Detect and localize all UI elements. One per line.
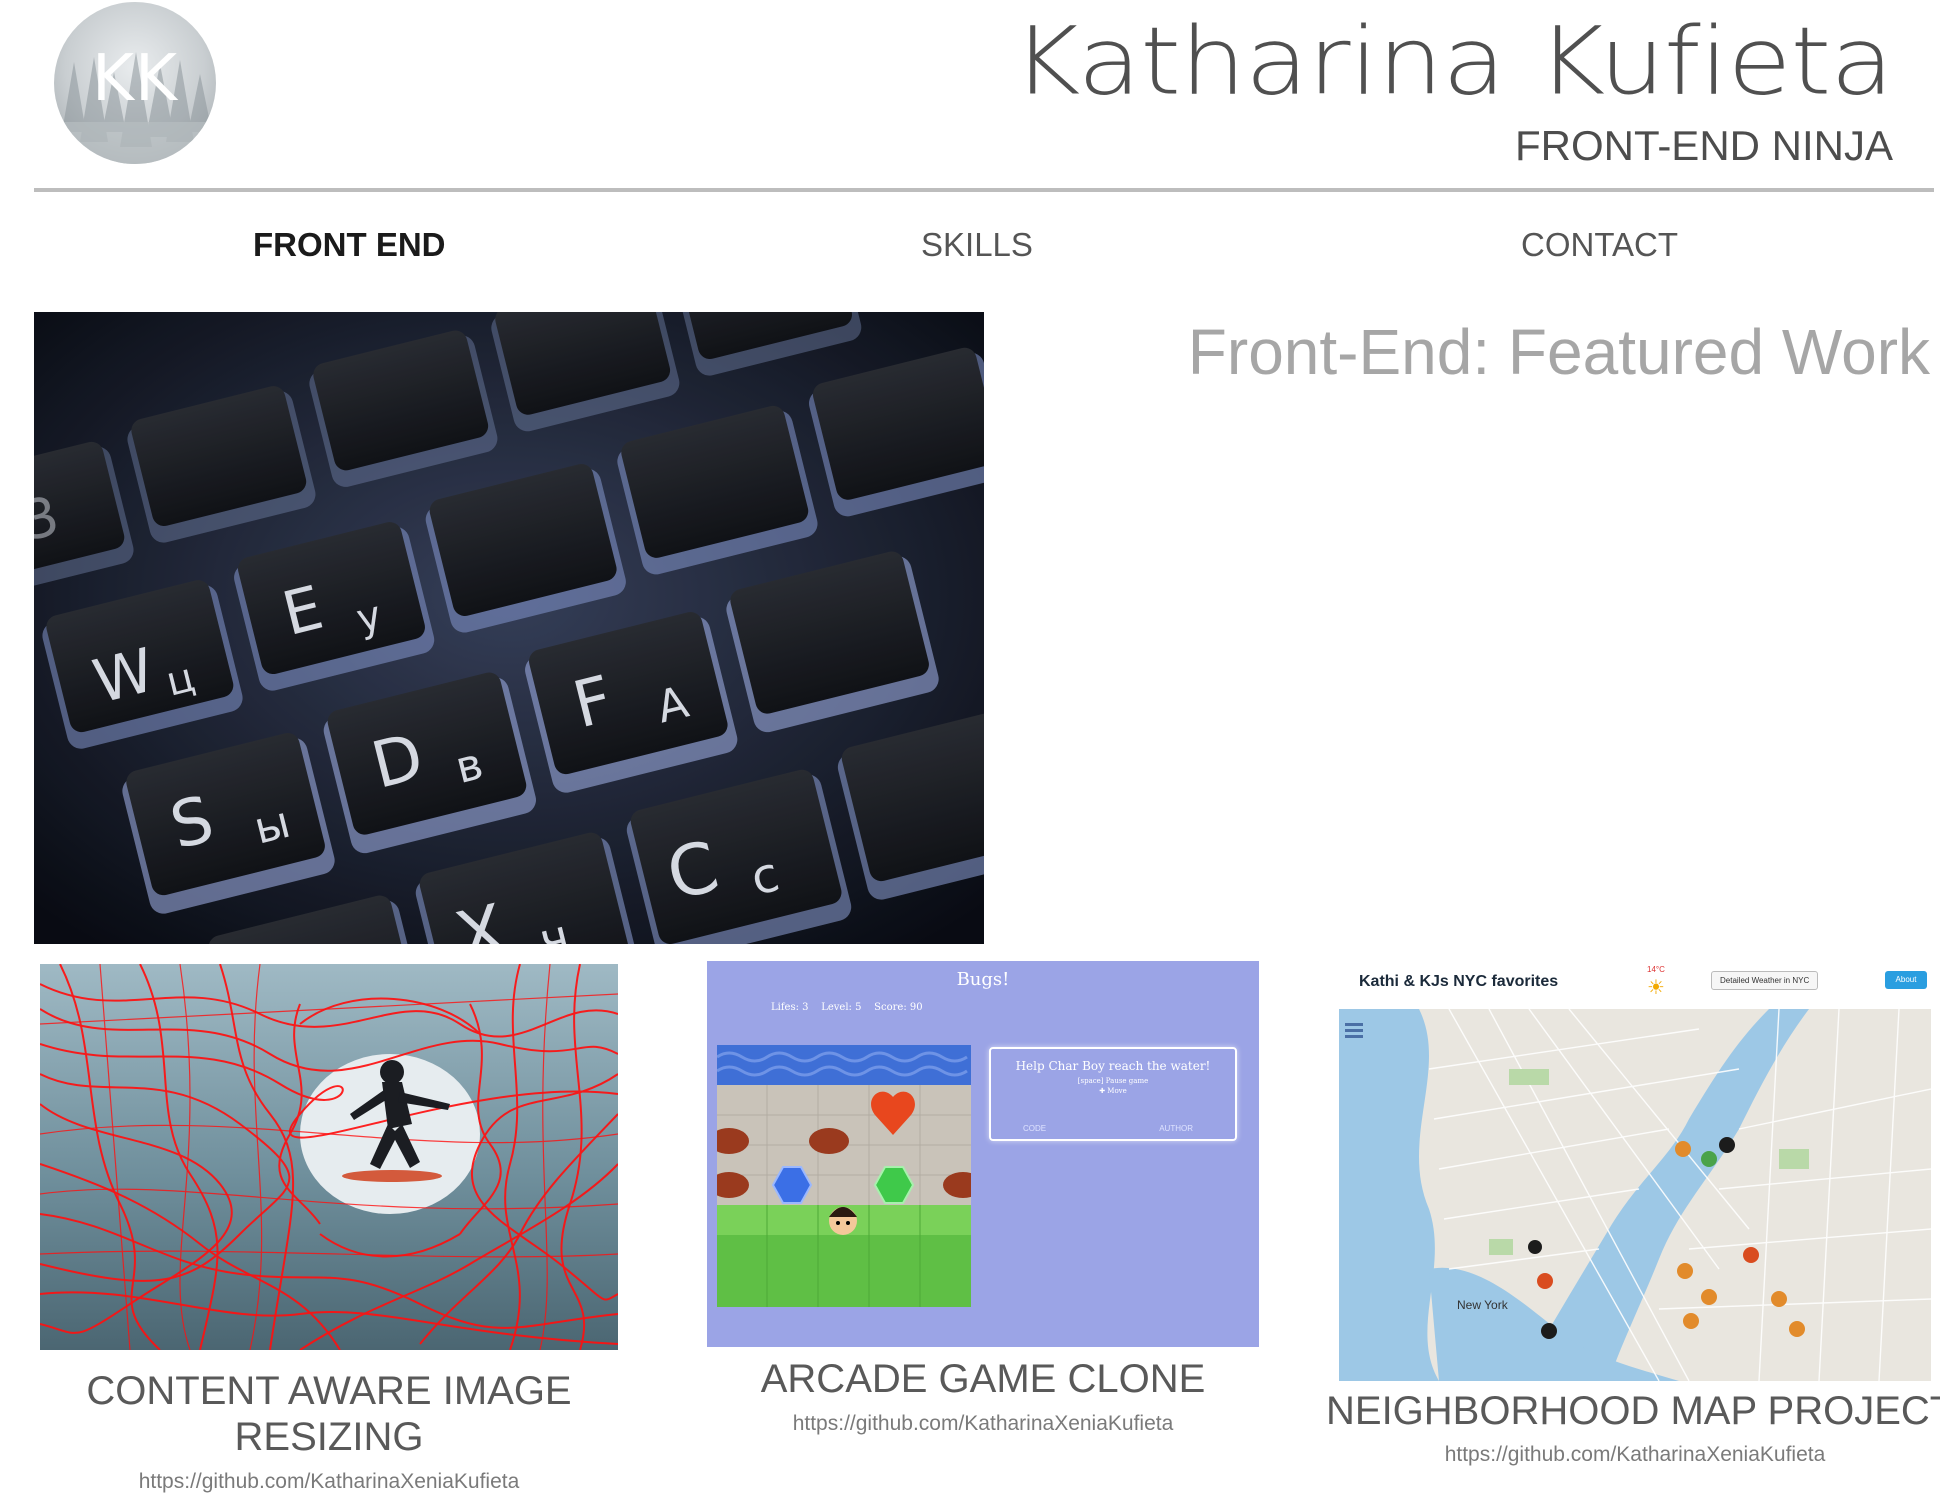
project-title-neighborhood-map[interactable]: NEIGHBORHOOD MAP PROJECT (1326, 1388, 1940, 1434)
project-title-line: NEIGHBORHOOD MAP PROJECT (1326, 1389, 1940, 1433)
map-city-label: New York (1457, 1298, 1509, 1312)
project-title-line: RESIZING (234, 1415, 424, 1459)
map-app-title: Kathi & KJs NYC favorites (1359, 973, 1559, 990)
game-author-link[interactable]: AUTHOR (1159, 1124, 1193, 1133)
nav-front-end[interactable]: FRONT END (253, 226, 446, 264)
game-panel-pause: [space] Pause game (1077, 1077, 1149, 1085)
game-code-link[interactable]: CODE (1023, 1124, 1046, 1133)
about-button[interactable]: About (1885, 971, 1927, 989)
avatar: KK (54, 2, 216, 164)
project-repo-link[interactable]: https://github.com/KatharinaXeniaKufieta (40, 1470, 618, 1494)
nav-contact[interactable]: CONTACT (1521, 226, 1678, 264)
project-thumbnail-neighborhood-map[interactable]: Kathi & KJs NYC favorites 14°C ☀ Detaile… (1339, 961, 1931, 1381)
site-tagline: FRONT-END NINJA (1515, 122, 1893, 169)
game-info-panel: Help Char Boy reach the water! [space] P… (989, 1047, 1237, 1141)
game-panel-move: ✚ Move (1099, 1087, 1127, 1095)
game-stats: Lifes: 3 Level: 5 Score: 90 (771, 1002, 923, 1013)
project-title-line: ARCADE GAME CLONE (760, 1357, 1206, 1401)
project-thumbnail-arcade-game[interactable]: Bugs! Lifes: 3 Level: 5 Score: 90 Help C… (707, 961, 1259, 1347)
hero-keyboard-image: 3 W ц E у S ы D в F А X ч C с (34, 312, 984, 944)
game-heading: Bugs! (956, 969, 1010, 990)
header-divider (34, 188, 1934, 192)
section-title: Front-End: Featured Work (1187, 316, 1930, 388)
project-title-line: CONTENT AWARE IMAGE (86, 1369, 572, 1413)
map-temperature: 14°C (1647, 965, 1665, 974)
game-board (717, 1045, 971, 1307)
map-view[interactable]: New York (1339, 1009, 1931, 1381)
site-owner-name: Katharina Kufieta (1012, 6, 1894, 116)
nav-skills[interactable]: SKILLS (921, 226, 1033, 264)
sun-icon: ☀ (1647, 977, 1665, 999)
project-thumbnail-seam-carving[interactable] (40, 964, 618, 1350)
weather-button[interactable]: Detailed Weather in NYC (1711, 971, 1819, 990)
project-title-seam-carving[interactable]: CONTENT AWARE IMAGE RESIZING (40, 1368, 618, 1460)
project-repo-link[interactable]: https://github.com/KatharinaXeniaKufieta (707, 1412, 1259, 1436)
game-panel-title: Help Char Boy reach the water! (1015, 1059, 1211, 1073)
avatar-initials: KK (92, 42, 178, 116)
project-title-arcade-game[interactable]: ARCADE GAME CLONE (707, 1356, 1259, 1402)
project-repo-link[interactable]: https://github.com/KatharinaXeniaKufieta (1339, 1443, 1931, 1467)
